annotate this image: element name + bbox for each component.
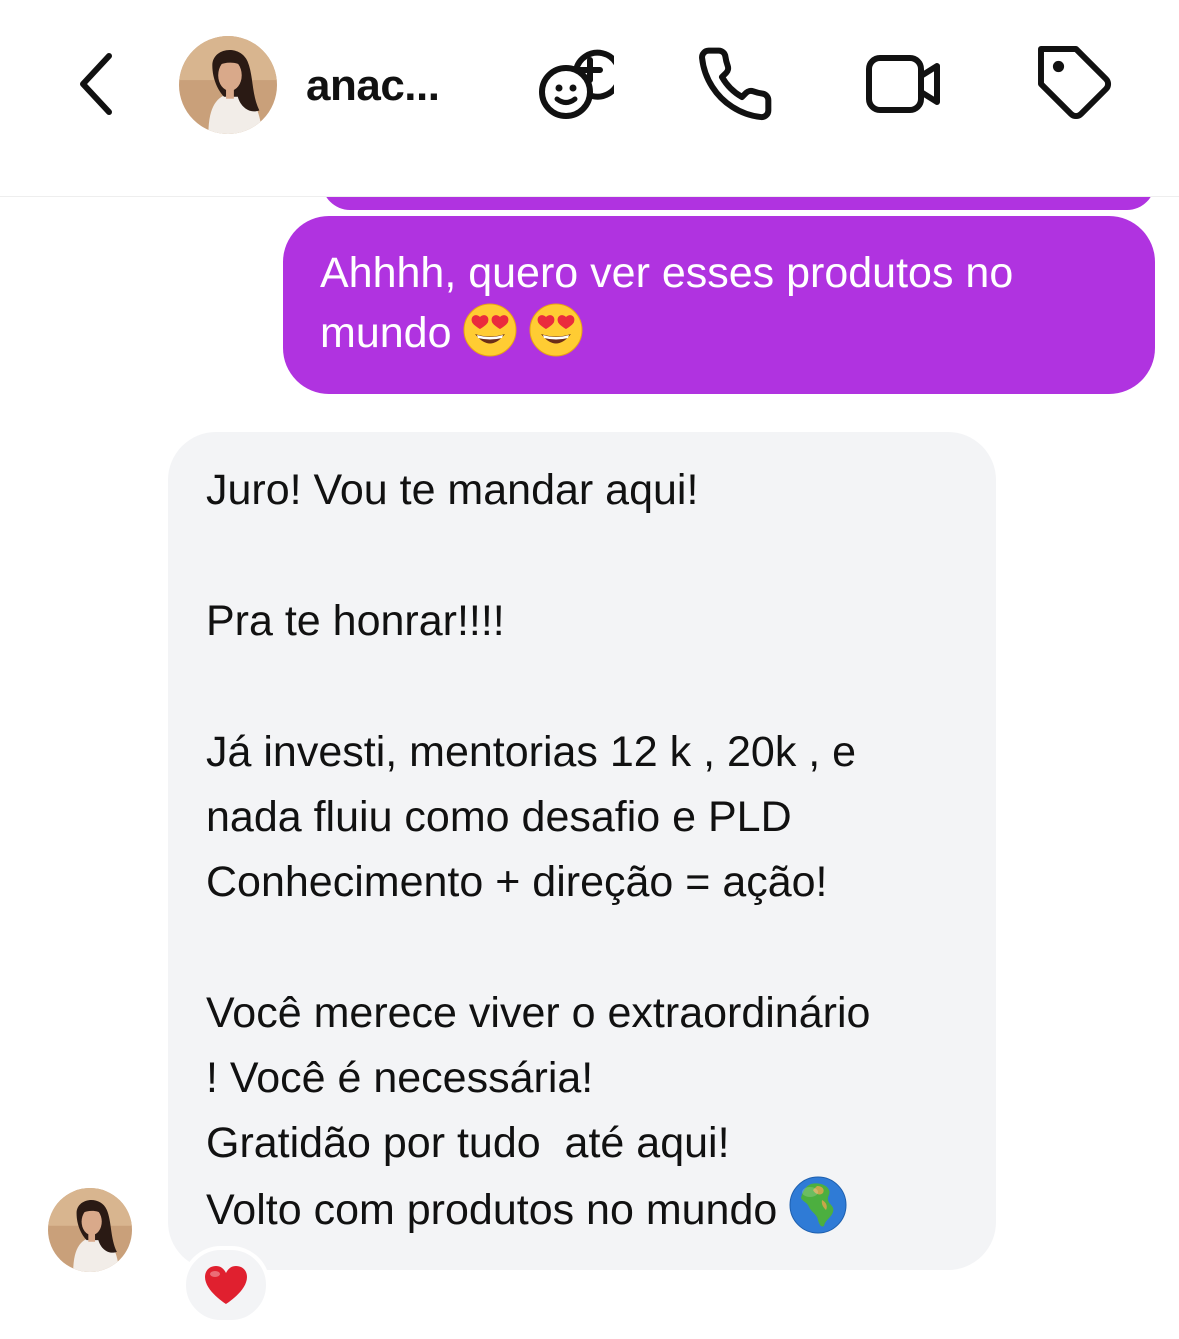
message-text-line: Volto com produtos no mundo bbox=[206, 1176, 966, 1253]
tag-icon bbox=[1038, 46, 1111, 119]
chat-header: anac... bbox=[0, 0, 1179, 197]
message-text-line: ! Você é necessária! bbox=[206, 1054, 594, 1102]
message-text-line: mundo bbox=[320, 303, 1119, 373]
message-text: mundo bbox=[320, 309, 452, 357]
message-bubble-outgoing[interactable]: Ahhhh, quero ver esses produtos no mundo bbox=[283, 216, 1155, 394]
video-call-button[interactable] bbox=[861, 42, 945, 126]
message-bubble-incoming[interactable]: Juro! Vou te mandar aqui! Pra te honrar!… bbox=[168, 432, 996, 1270]
message-text-line: Juro! Vou te mandar aqui! bbox=[206, 466, 699, 514]
video-camera-icon bbox=[866, 55, 940, 113]
sender-avatar[interactable] bbox=[48, 1188, 132, 1272]
message-reaction[interactable] bbox=[182, 1246, 270, 1324]
message-text-line: Gratidão por tudo até aqui! bbox=[206, 1119, 730, 1167]
phone-icon bbox=[699, 47, 772, 121]
add-member-button[interactable] bbox=[532, 42, 616, 126]
message-text-line: Conhecimento + direção = ação! bbox=[206, 858, 828, 906]
message-text: Volto com produtos no mundo bbox=[206, 1186, 778, 1234]
message-text-line: Você merece viver o extraordinário bbox=[206, 989, 871, 1037]
message-text-line: nada fluiu como desafio e PLD bbox=[206, 793, 792, 841]
voice-call-button[interactable] bbox=[693, 42, 777, 126]
message-text-line: Ahhhh, quero ver esses produtos no bbox=[320, 249, 1014, 297]
globe-africa-emoji bbox=[789, 1176, 847, 1253]
heart-eyes-emoji bbox=[463, 303, 517, 373]
message-text-line: Já investi, mentorias 12 k , 20k , e bbox=[206, 728, 857, 776]
back-button[interactable] bbox=[66, 48, 126, 120]
chevron-left-icon bbox=[80, 53, 112, 115]
message-text-line: Pra te honrar!!!! bbox=[206, 597, 505, 645]
heart-eyes-emoji bbox=[529, 303, 583, 373]
add-person-icon bbox=[539, 49, 614, 119]
contact-avatar[interactable] bbox=[179, 36, 277, 134]
label-button[interactable] bbox=[1034, 42, 1118, 126]
heart-emoji bbox=[205, 1266, 247, 1304]
contact-name[interactable]: anac... bbox=[306, 60, 440, 112]
